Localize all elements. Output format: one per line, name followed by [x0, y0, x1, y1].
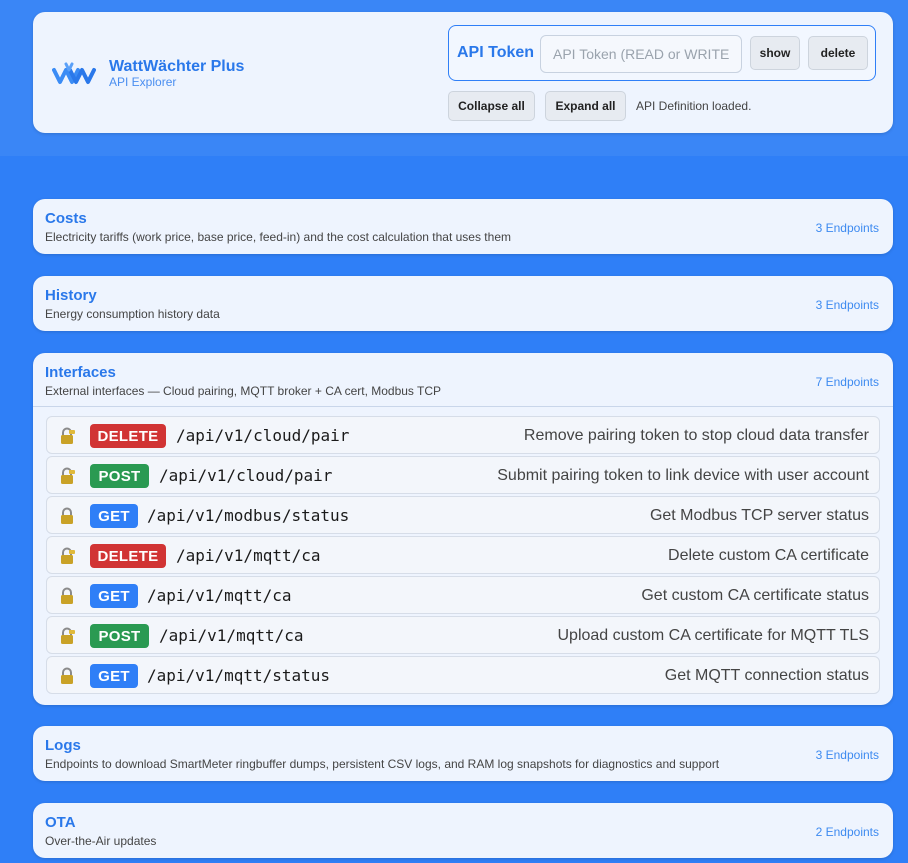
method-badge: DELETE: [90, 544, 166, 568]
endpoint-count: 7 Endpoints: [815, 375, 879, 389]
section-logs[interactable]: Logs Endpoints to download SmartMeter ri…: [33, 726, 893, 781]
method-badge: GET: [90, 584, 138, 608]
api-token-input[interactable]: [540, 35, 742, 73]
api-token-label: API Token: [457, 44, 535, 61]
section-history[interactable]: History Energy consumption history data …: [33, 276, 893, 331]
endpoint-summary: Get custom CA certificate status: [641, 587, 869, 604]
endpoint-summary: Remove pairing token to stop cloud data …: [523, 427, 869, 444]
endpoint-summary: Get Modbus TCP server status: [649, 507, 869, 524]
endpoint-row[interactable]: POST /api/v1/cloud/pair Submit pairing t…: [46, 456, 880, 494]
show-token-button[interactable]: show: [750, 36, 800, 70]
endpoint-row[interactable]: DELETE /api/v1/mqtt/ca Delete custom CA …: [46, 536, 880, 574]
endpoint-path: /api/v1/mqtt/ca: [159, 626, 304, 645]
lock-write-icon: [61, 547, 75, 564]
section-title: Logs: [45, 737, 81, 754]
section-title: Interfaces: [45, 364, 116, 381]
method-badge: POST: [90, 464, 149, 488]
method-badge: DELETE: [90, 424, 166, 448]
endpoint-path: /api/v1/mqtt/status: [147, 666, 331, 685]
method-badge: GET: [90, 504, 138, 528]
api-token-panel: API Token show delete: [448, 25, 876, 81]
endpoint-path: /api/v1/mqtt/ca: [176, 546, 321, 565]
endpoint-count: 3 Endpoints: [815, 221, 879, 235]
section-ota[interactable]: OTA Over-the-Air updates 2 Endpoints: [33, 803, 893, 858]
app-name: WattWächter Plus: [109, 58, 245, 75]
endpoint-row[interactable]: GET /api/v1/modbus/status Get Modbus TCP…: [46, 496, 880, 534]
endpoint-path: /api/v1/modbus/status: [147, 506, 350, 525]
endpoint-row[interactable]: GET /api/v1/mqtt/ca Get custom CA certif…: [46, 576, 880, 614]
endpoint-summary: Submit pairing token to link device with…: [497, 467, 869, 484]
lock-icon: [61, 507, 73, 524]
section-title: OTA: [45, 814, 76, 831]
delete-token-button[interactable]: delete: [808, 36, 868, 70]
status-text: API Definition loaded.: [636, 99, 752, 113]
method-badge: POST: [90, 624, 149, 648]
app-header: WattWächter Plus API Explorer API Token …: [33, 12, 893, 133]
endpoint-count: 2 Endpoints: [815, 825, 879, 839]
method-badge: GET: [90, 664, 138, 688]
section-description: Over-the-Air updates: [45, 834, 157, 848]
section-interfaces[interactable]: Interfaces External interfaces — Cloud p…: [33, 353, 893, 705]
expand-all-button[interactable]: Expand all: [545, 91, 626, 121]
section-description: Energy consumption history data: [45, 307, 220, 321]
wattwaechter-logo-icon: [52, 62, 96, 84]
section-costs[interactable]: Costs Electricity tariffs (work price, b…: [33, 199, 893, 254]
lock-icon: [61, 587, 73, 604]
section-description: Endpoints to download SmartMeter ringbuf…: [45, 757, 720, 771]
app-subtitle: API Explorer: [109, 75, 177, 89]
lock-icon: [61, 667, 73, 684]
section-title: Costs: [45, 210, 87, 227]
endpoint-path: /api/v1/mqtt/ca: [147, 586, 292, 605]
lock-write-icon: [61, 427, 75, 444]
endpoint-count: 3 Endpoints: [815, 298, 879, 312]
endpoint-row[interactable]: POST /api/v1/mqtt/ca Upload custom CA ce…: [46, 616, 880, 654]
endpoint-row[interactable]: GET /api/v1/mqtt/status Get MQTT connect…: [46, 656, 880, 694]
endpoint-count: 3 Endpoints: [815, 748, 879, 762]
section-description: External interfaces — Cloud pairing, MQT…: [45, 384, 442, 398]
lock-write-icon: [61, 627, 75, 644]
endpoint-summary: Delete custom CA certificate: [668, 547, 869, 564]
endpoint-path: /api/v1/cloud/pair: [159, 466, 333, 485]
collapse-all-button[interactable]: Collapse all: [448, 91, 535, 121]
endpoint-summary: Get MQTT connection status: [664, 667, 869, 684]
lock-write-icon: [61, 467, 75, 484]
endpoint-row[interactable]: DELETE /api/v1/cloud/pair Remove pairing…: [46, 416, 880, 454]
endpoint-summary: Upload custom CA certificate for MQTT TL…: [557, 627, 869, 644]
section-divider: [33, 406, 893, 407]
section-title: History: [45, 287, 97, 304]
endpoint-path: /api/v1/cloud/pair: [176, 426, 350, 445]
section-description: Electricity tariffs (work price, base pr…: [45, 230, 511, 244]
